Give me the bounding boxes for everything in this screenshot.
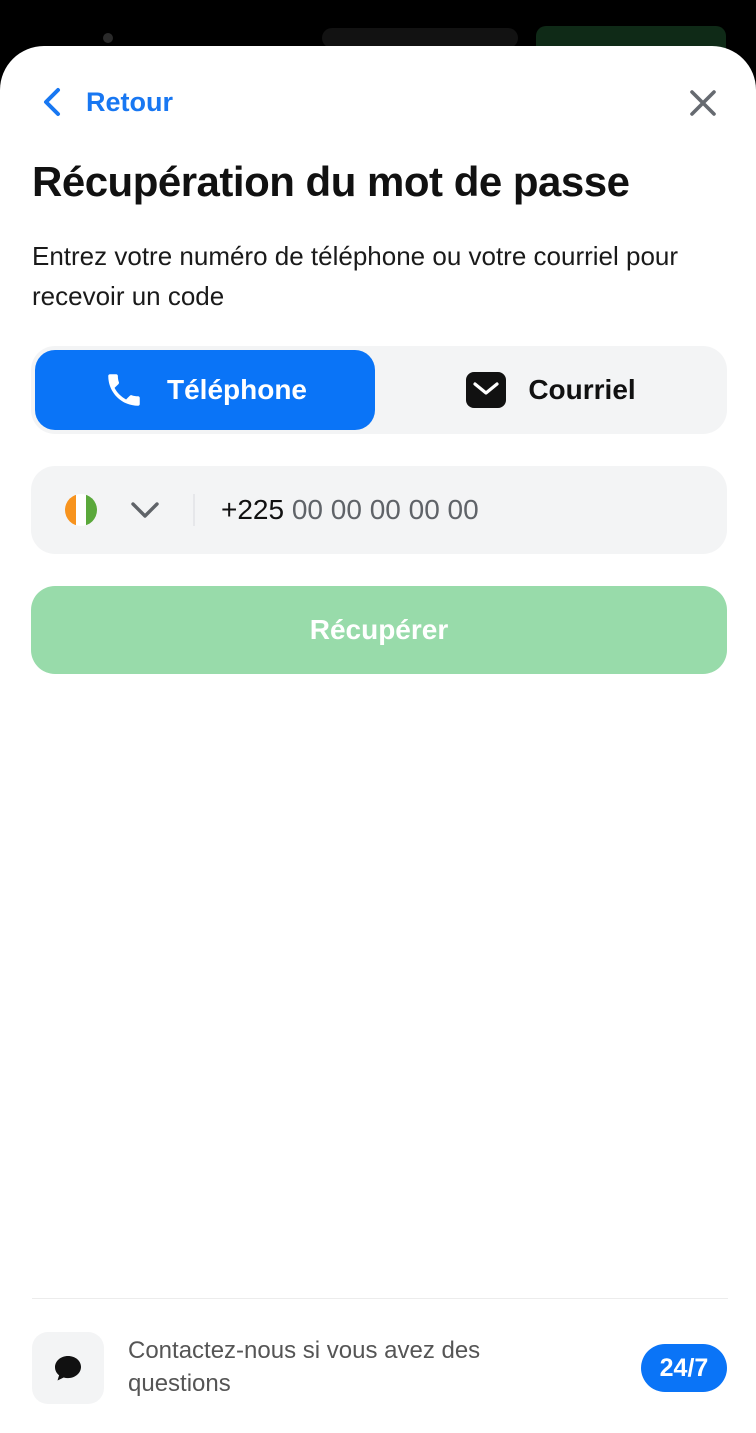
mail-icon	[466, 372, 507, 408]
footer-divider	[32, 1298, 728, 1299]
support-hours-badge: 24/7	[641, 1344, 727, 1392]
chevron-left-icon	[44, 88, 60, 116]
phone-field: +225 00 00 00 00 00	[31, 466, 727, 554]
tab-telephone-label: Téléphone	[166, 374, 307, 405]
method-segmented-control: Téléphone Courriel	[31, 346, 727, 434]
chat-bubble-icon	[55, 1356, 81, 1381]
chat-button[interactable]	[32, 1332, 104, 1404]
tab-telephone[interactable]: Téléphone	[35, 350, 375, 430]
contact-text: Contactez-nous si vous avez des question…	[128, 1337, 481, 1397]
tab-courriel[interactable]: Courriel	[381, 350, 721, 430]
close-icon	[690, 90, 716, 116]
phone-placeholder: 00 00 00 00 00	[291, 494, 479, 525]
dial-code: +225	[221, 494, 285, 525]
recover-button[interactable]: Récupérer	[31, 586, 727, 674]
page-title: Récupération du mot de passe	[32, 158, 630, 205]
close-button[interactable]	[686, 86, 720, 120]
password-recovery-sheet: Retour Récupération du mot de passe Entr…	[0, 46, 756, 1433]
page-subtitle: Entrez votre numéro de téléphone ou votr…	[32, 241, 679, 311]
back-label: Retour	[86, 86, 173, 117]
camera-dot	[103, 33, 113, 43]
phone-input[interactable]: +225 00 00 00 00 00	[221, 492, 479, 528]
cote-divoire-flag-icon[interactable]	[65, 494, 97, 526]
field-divider	[193, 494, 195, 526]
tab-courriel-label: Courriel	[528, 374, 636, 405]
phone-icon	[108, 374, 140, 406]
chevron-down-icon[interactable]	[127, 492, 163, 528]
status-pill	[322, 28, 518, 48]
back-button[interactable]: Retour	[40, 82, 173, 122]
